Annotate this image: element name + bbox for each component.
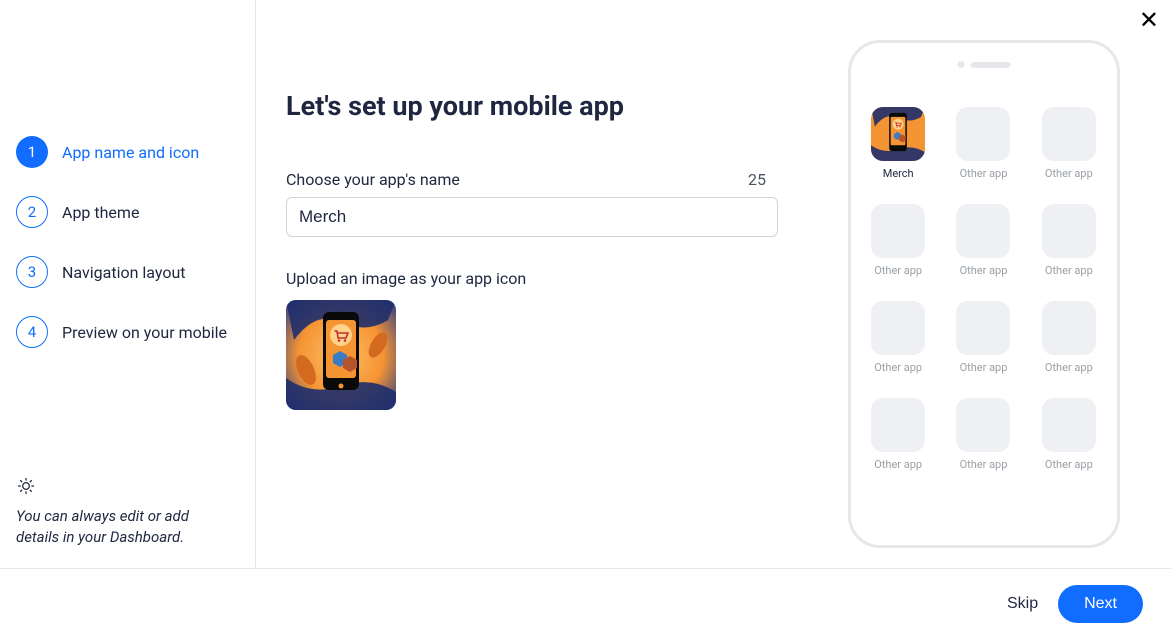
preview-app-label: Other app bbox=[874, 361, 922, 374]
step-label: Navigation layout bbox=[62, 263, 186, 282]
phone-camera-icon bbox=[957, 61, 964, 68]
next-button[interactable]: Next bbox=[1058, 585, 1143, 623]
page-title: Let's set up your mobile app bbox=[286, 90, 766, 122]
preview-app-label: Other app bbox=[1045, 264, 1093, 277]
preview-app-placeholder: Other app bbox=[950, 398, 1017, 471]
wizard-content: 1 App name and icon 2 App theme 3 Naviga… bbox=[0, 0, 1171, 568]
preview-app-icon-placeholder bbox=[956, 398, 1010, 452]
preview-app-icon-placeholder bbox=[1042, 398, 1096, 452]
upload-icon-label: Upload an image as your app icon bbox=[286, 269, 766, 288]
preview-app-icon-placeholder bbox=[1042, 107, 1096, 161]
preview-app-label: Other app bbox=[960, 264, 1008, 277]
wizard-main: Let's set up your mobile app Choose your… bbox=[256, 0, 796, 568]
preview-app-icon-placeholder bbox=[871, 398, 925, 452]
preview-app-label: Other app bbox=[874, 458, 922, 471]
phone-preview: Merch Other app Other app Other app bbox=[796, 0, 1171, 568]
step-number: 4 bbox=[16, 316, 48, 348]
step-label: App name and icon bbox=[62, 143, 199, 162]
preview-app-placeholder: Other app bbox=[950, 301, 1017, 374]
phone-notch bbox=[957, 61, 1010, 68]
preview-app-placeholder: Other app bbox=[865, 301, 932, 374]
preview-app-label: Other app bbox=[960, 458, 1008, 471]
wizard-sidebar: 1 App name and icon 2 App theme 3 Naviga… bbox=[16, 0, 256, 568]
step-preview-mobile[interactable]: 4 Preview on your mobile bbox=[16, 316, 255, 348]
preview-app-icon-placeholder bbox=[871, 204, 925, 258]
preview-app-main: Merch bbox=[865, 107, 932, 180]
preview-app-placeholder: Other app bbox=[1035, 301, 1102, 374]
preview-app-placeholder: Other app bbox=[1035, 398, 1102, 471]
preview-app-placeholder: Other app bbox=[865, 204, 932, 277]
wizard-footer: Skip Next bbox=[0, 568, 1171, 638]
preview-app-label: Other app bbox=[1045, 361, 1093, 374]
preview-app-label: Other app bbox=[960, 167, 1008, 180]
preview-app-placeholder: Other app bbox=[865, 398, 932, 471]
preview-app-icon-placeholder bbox=[956, 301, 1010, 355]
preview-app-placeholder: Other app bbox=[1035, 107, 1102, 180]
preview-app-placeholder: Other app bbox=[950, 107, 1017, 180]
lightbulb-icon bbox=[16, 476, 235, 496]
preview-app-icon-placeholder bbox=[1042, 204, 1096, 258]
step-label: Preview on your mobile bbox=[62, 323, 227, 342]
preview-app-placeholder: Other app bbox=[950, 204, 1017, 277]
phone-app-grid: Merch Other app Other app Other app bbox=[865, 107, 1103, 471]
preview-app-label: Other app bbox=[874, 264, 922, 277]
step-list: 1 App name and icon 2 App theme 3 Naviga… bbox=[16, 136, 255, 348]
skip-button[interactable]: Skip bbox=[1001, 585, 1044, 623]
preview-app-label: Merch bbox=[883, 167, 914, 180]
sidebar-hint: You can always edit or add details in yo… bbox=[16, 476, 255, 548]
step-app-theme[interactable]: 2 App theme bbox=[16, 196, 255, 228]
step-number: 1 bbox=[16, 136, 48, 168]
close-icon[interactable]: ✕ bbox=[1139, 8, 1159, 32]
preview-app-icon-placeholder bbox=[871, 301, 925, 355]
app-name-field-header: Choose your app's name 25 bbox=[286, 170, 766, 189]
step-app-name-icon[interactable]: 1 App name and icon bbox=[16, 136, 255, 168]
preview-app-icon bbox=[871, 107, 925, 161]
step-number: 2 bbox=[16, 196, 48, 228]
app-name-input[interactable] bbox=[286, 197, 778, 237]
preview-app-icon-placeholder bbox=[1042, 301, 1096, 355]
step-label: App theme bbox=[62, 203, 139, 222]
preview-app-placeholder: Other app bbox=[1035, 204, 1102, 277]
char-counter: 25 bbox=[748, 170, 766, 189]
app-icon-upload[interactable] bbox=[286, 300, 396, 410]
phone-speaker-icon bbox=[970, 62, 1010, 68]
preview-app-icon-placeholder bbox=[956, 107, 1010, 161]
preview-app-label: Other app bbox=[1045, 167, 1093, 180]
step-number: 3 bbox=[16, 256, 48, 288]
preview-app-label: Other app bbox=[1045, 458, 1093, 471]
preview-app-icon-placeholder bbox=[956, 204, 1010, 258]
hint-text: You can always edit or add details in yo… bbox=[16, 506, 235, 548]
step-navigation-layout[interactable]: 3 Navigation layout bbox=[16, 256, 255, 288]
app-name-label: Choose your app's name bbox=[286, 170, 460, 189]
preview-app-label: Other app bbox=[960, 361, 1008, 374]
phone-frame: Merch Other app Other app Other app bbox=[848, 40, 1120, 548]
